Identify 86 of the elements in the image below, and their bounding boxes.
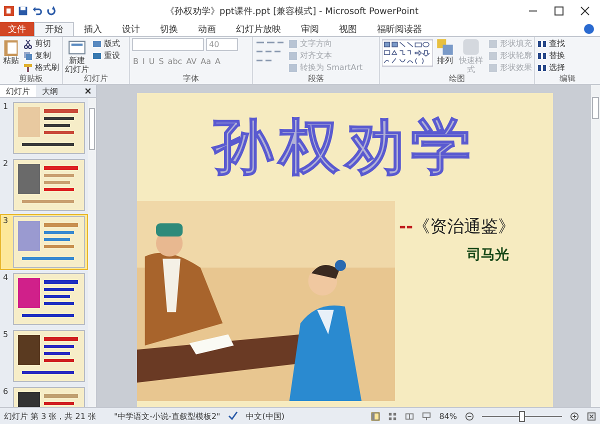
ribbon-tab[interactable]: 设计: [112, 22, 150, 36]
slide-subtitle: 《资治通鉴》: [413, 217, 516, 237]
slide-author: 司马光: [467, 246, 510, 264]
copy-button[interactable]: 复制: [35, 50, 51, 61]
slide-thumbnail[interactable]: 4: [0, 271, 88, 327]
slide-number: 4: [3, 273, 10, 284]
copy-icon: [23, 50, 33, 60]
paste-button[interactable]: 粘贴: [2, 38, 20, 65]
maximize-icon[interactable]: [554, 6, 564, 16]
ribbon-tab[interactable]: 插入: [74, 22, 112, 36]
cut-button[interactable]: 剪切: [35, 38, 51, 49]
slide-info: 幻灯片 第 3 张，共 21 张: [4, 410, 96, 422]
layout-icon: [92, 38, 102, 48]
group-label: 段落: [307, 74, 325, 84]
app-icon[interactable]: [4, 6, 14, 16]
brush-icon: [23, 62, 33, 72]
format-painter-button[interactable]: 格式刷: [35, 62, 59, 73]
close-icon[interactable]: [580, 6, 590, 16]
edit-option-icon: [537, 62, 547, 72]
layout-button[interactable]: 版式: [104, 38, 120, 49]
language[interactable]: 中文(中国): [246, 410, 284, 422]
fit-window-icon[interactable]: [587, 412, 596, 420]
zoom-in-icon[interactable]: [570, 412, 579, 420]
slide-preview: [13, 330, 85, 382]
ribbon-tab[interactable]: 审阅: [291, 22, 329, 36]
edit-option[interactable]: 替换: [549, 50, 565, 61]
ribbon-tab[interactable]: 动画: [188, 22, 226, 36]
slide-thumbnail[interactable]: 1: [0, 100, 88, 156]
edit-option-icon: [537, 38, 547, 48]
save-icon[interactable]: [18, 6, 28, 16]
undo-icon[interactable]: [32, 6, 42, 16]
subtitle-dash: --: [399, 217, 414, 237]
group-label: 绘图: [448, 74, 466, 84]
ribbon-tab[interactable]: 开始: [34, 22, 74, 36]
group-label: 编辑: [558, 74, 576, 84]
sorter-view-icon[interactable]: [388, 412, 398, 420]
ribbon-tab[interactable]: 文件: [0, 22, 34, 36]
close-icon[interactable]: [84, 87, 92, 95]
pane-tab[interactable]: 大纲: [36, 85, 64, 97]
slide-thumbnail[interactable]: 6: [0, 385, 88, 407]
spellcheck-icon[interactable]: [228, 411, 238, 421]
ribbon-tab[interactable]: 幻灯片放映: [226, 22, 291, 36]
zoom-thumb[interactable]: [519, 410, 525, 422]
help-icon[interactable]: [584, 24, 594, 34]
slide-title: 孙权劝学: [210, 111, 478, 184]
zoom-level[interactable]: 84%: [439, 412, 457, 420]
pane-tab[interactable]: 幻灯片: [0, 85, 36, 97]
theme-name: "中学语文-小说-直叙型模板2": [114, 410, 220, 422]
reading-view-icon[interactable]: [405, 412, 414, 420]
ribbon-tab[interactable]: 福昕阅读器: [367, 22, 432, 36]
scissors-icon: [23, 38, 33, 48]
slideshow-icon[interactable]: [422, 412, 432, 420]
ribbon-tab[interactable]: 切换: [150, 22, 188, 36]
slide-number: 3: [3, 216, 10, 227]
slide-preview: [13, 216, 85, 268]
group-label: 剪贴板: [18, 74, 44, 84]
slide-number: 2: [3, 159, 10, 170]
slide-preview: [13, 159, 85, 211]
zoom-out-icon[interactable]: [465, 412, 474, 420]
edit-option[interactable]: 查找: [549, 38, 565, 49]
arrange-button[interactable]: 排列: [436, 38, 454, 65]
slide-thumbnail[interactable]: 2: [0, 157, 88, 213]
new-slide-button[interactable]: 新建 幻灯片: [65, 38, 89, 74]
ribbon-tab[interactable]: 视图: [329, 22, 367, 36]
slide-thumbnail[interactable]: 3: [0, 214, 88, 270]
shapes-gallery[interactable]: [382, 38, 433, 68]
quick-styles-icon: [462, 38, 480, 56]
slide-number: 6: [3, 387, 10, 398]
redo-icon[interactable]: [46, 6, 56, 16]
normal-view-icon[interactable]: [371, 412, 380, 420]
group-label: 幻灯片: [83, 74, 109, 84]
scrollbar[interactable]: [591, 85, 600, 407]
slide-number: 1: [3, 102, 10, 113]
window-title: 《孙权劝学》ppt课件.ppt [兼容模式] - Microsoft PowerPoint: [164, 6, 420, 18]
slide-number: 5: [3, 330, 10, 341]
edit-option-icon: [537, 50, 547, 60]
reset-button[interactable]: 重设: [104, 50, 120, 61]
reset-icon: [92, 50, 102, 60]
font-name-field[interactable]: [132, 38, 204, 51]
slide-preview: [13, 102, 85, 154]
arrange-icon: [436, 38, 454, 56]
scrollbar[interactable]: [88, 98, 96, 407]
slide-thumbnail[interactable]: 5: [0, 328, 88, 384]
edit-option[interactable]: 选择: [549, 62, 565, 73]
group-label: 字体: [182, 74, 200, 84]
slide-preview: [13, 273, 85, 325]
